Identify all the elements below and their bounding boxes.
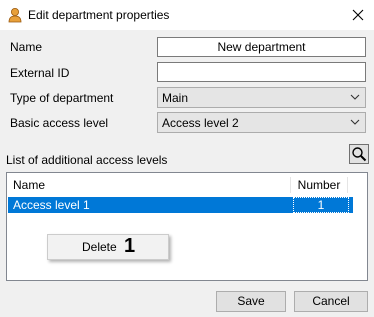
department-type-label: Type of department (10, 91, 114, 105)
row-number: 1 (293, 197, 349, 213)
save-button[interactable]: Save (216, 291, 286, 312)
row-name: Access level 1 (13, 198, 90, 212)
access-list-label: List of additional access levels (6, 153, 168, 167)
column-header-name[interactable]: Name (13, 174, 291, 196)
chevron-down-icon (350, 94, 360, 100)
department-type-value: Main (162, 91, 189, 105)
column-divider (290, 177, 291, 193)
external-id-label: External ID (10, 66, 70, 80)
name-field-value: New department (217, 40, 306, 54)
access-level-select[interactable]: Access level 2 (157, 112, 366, 133)
search-button[interactable] (349, 144, 369, 164)
context-menu-delete[interactable]: Delete (82, 240, 117, 254)
access-level-value: Access level 2 (162, 116, 239, 130)
context-menu: Delete 1 (47, 234, 169, 260)
window-title: Edit department properties (28, 8, 170, 22)
column-divider (347, 177, 348, 193)
name-field[interactable]: New department (157, 37, 366, 57)
user-icon (8, 7, 22, 23)
dialog-window: Edit department properties Name New depa… (0, 0, 374, 317)
external-id-field[interactable] (157, 62, 366, 82)
department-type-select[interactable]: Main (157, 87, 366, 108)
title-bar: Edit department properties (0, 0, 374, 30)
close-button[interactable] (342, 0, 374, 30)
chevron-down-icon (350, 119, 360, 125)
access-level-label: Basic access level (10, 116, 109, 130)
access-level-list[interactable]: Name Number Access level 1 1 (6, 172, 368, 281)
close-icon (352, 9, 364, 21)
search-icon (352, 147, 367, 162)
dialog-body: Name New department External ID Type of … (0, 30, 374, 317)
table-row[interactable]: Access level 1 1 (8, 197, 353, 213)
column-header-number[interactable]: Number (292, 174, 346, 196)
name-label: Name (10, 40, 43, 54)
callout-number: 1 (124, 235, 136, 257)
cancel-button[interactable]: Cancel (294, 291, 368, 312)
